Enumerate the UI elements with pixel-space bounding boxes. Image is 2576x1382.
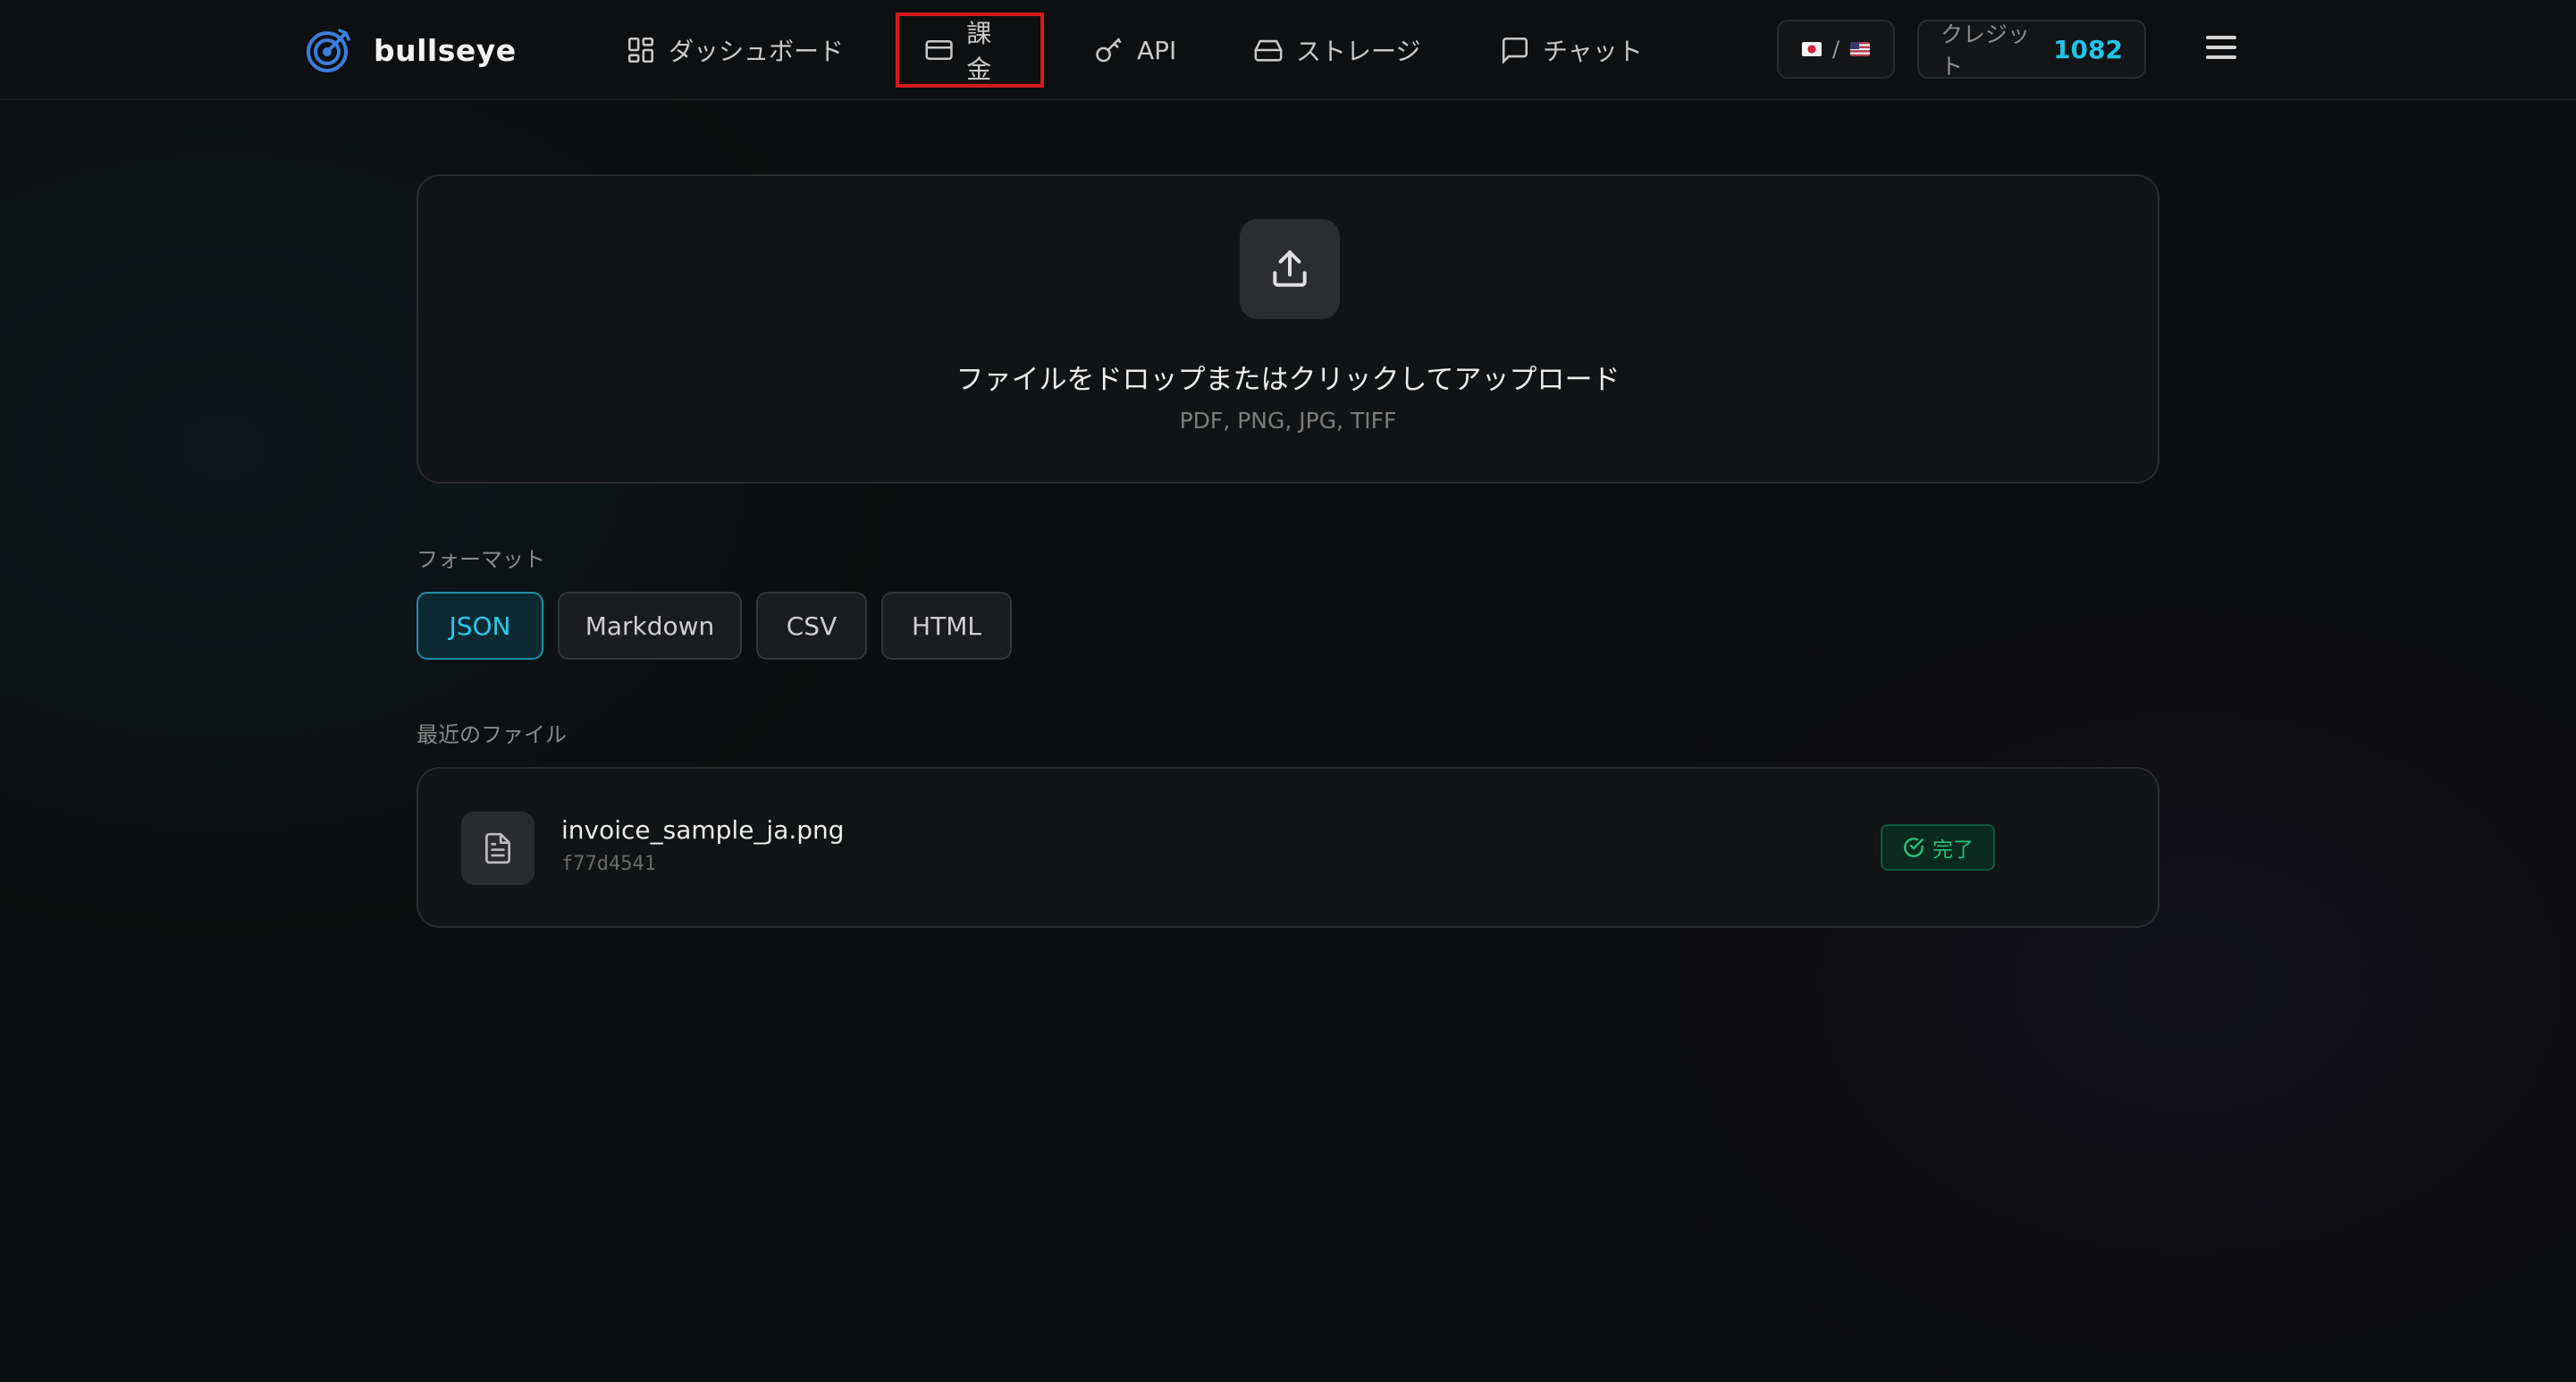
file-id: f77d4541 xyxy=(561,853,656,875)
nav-api[interactable]: API xyxy=(1069,13,1201,88)
credits-indicator[interactable]: クレジット 1082 xyxy=(1917,20,2146,80)
format-section-label: フォーマット xyxy=(417,547,545,572)
menu-line-icon xyxy=(2206,55,2236,59)
top-navigation-bar: bullseye ダッシュボード 課金 API ストレージ チャット / クレジ… xyxy=(0,0,2576,100)
check-circle-icon xyxy=(1904,838,1924,857)
language-separator: / xyxy=(1831,37,1840,62)
credits-label: クレジット xyxy=(1940,21,2031,80)
drop-zone-title: ファイルをドロップまたはクリックしてアップロード xyxy=(955,364,1621,396)
nav-chat-label: チャット xyxy=(1543,37,1643,66)
status-badge-label: 完了 xyxy=(1932,838,1974,862)
bullseye-logo-icon xyxy=(307,29,350,72)
format-html-button[interactable]: HTML xyxy=(881,592,1012,660)
format-json-button[interactable]: JSON xyxy=(417,592,543,660)
nav-storage[interactable]: ストレージ xyxy=(1228,13,1445,88)
nav-dashboard-label: ダッシュボード xyxy=(669,37,845,66)
file-name: invoice_sample_ja.png xyxy=(561,815,845,845)
format-csv-button[interactable]: CSV xyxy=(756,592,867,660)
credits-value: 1082 xyxy=(2053,34,2123,64)
nav-dashboard[interactable]: ダッシュボード xyxy=(601,13,869,88)
upload-icon xyxy=(1273,250,1307,287)
brand-logo[interactable]: bullseye xyxy=(304,25,517,75)
nav-chat[interactable]: チャット xyxy=(1475,13,1668,88)
nav-billing-label: 課金 xyxy=(966,19,992,84)
recent-file-item[interactable]: invoice_sample_ja.png f77d4541 完了 xyxy=(417,767,2159,928)
file-drop-zone[interactable]: ファイルをドロップまたはクリックしてアップロード PDF, PNG, JPG, … xyxy=(417,174,2159,484)
menu-line-icon xyxy=(2206,46,2236,49)
key-icon xyxy=(1096,38,1122,63)
message-square-icon xyxy=(1502,37,1528,64)
file-icon-box xyxy=(461,812,535,885)
nav-billing[interactable]: 課金 xyxy=(896,13,1044,88)
nav-api-label: API xyxy=(1137,35,1177,65)
upload-icon-box xyxy=(1240,219,1340,319)
status-badge: 完了 xyxy=(1881,824,1995,871)
hamburger-menu-button[interactable] xyxy=(2201,30,2242,70)
credit-card-icon xyxy=(925,40,953,60)
nav-storage-label: ストレージ xyxy=(1296,37,1421,66)
drop-zone-supported-formats: PDF, PNG, JPG, TIFF xyxy=(1179,408,1397,434)
recent-files-section-label: 最近のファイル xyxy=(417,722,567,747)
menu-line-icon xyxy=(2206,36,2236,39)
format-markdown-button[interactable]: Markdown xyxy=(558,592,742,660)
jp-flag-icon xyxy=(1801,42,1822,56)
hard-drive-icon xyxy=(1254,39,1283,62)
language-switcher[interactable]: / xyxy=(1777,20,1895,79)
us-flag-icon xyxy=(1850,42,1871,56)
dashboard-grid-icon xyxy=(627,37,654,63)
file-text-icon xyxy=(484,832,511,864)
brand-name: bullseye xyxy=(374,32,517,68)
